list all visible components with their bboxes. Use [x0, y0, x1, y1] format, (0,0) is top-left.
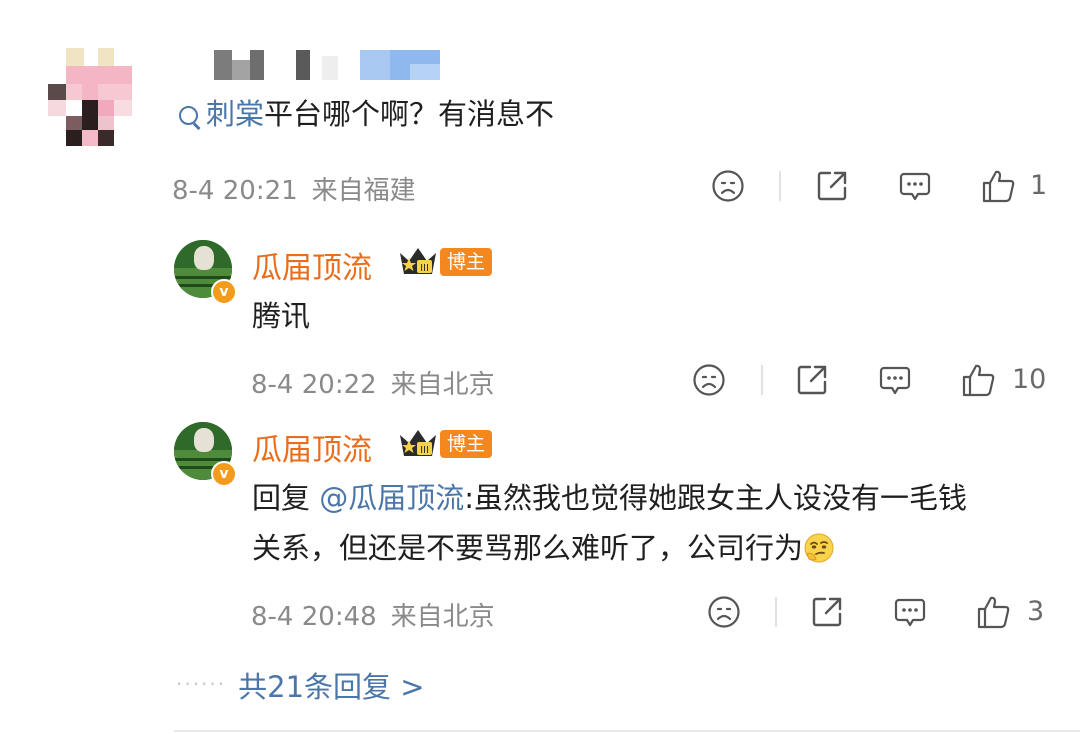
svg-text:III: III: [420, 445, 429, 456]
comment-icon: [879, 366, 911, 395]
comment-meta: 8-4 20:21 来自福建: [172, 170, 416, 207]
like-count: 10: [1012, 364, 1047, 395]
search-icon: [178, 105, 200, 127]
share-icon: [812, 597, 842, 627]
commenter-name-blurred[interactable]: [210, 50, 450, 84]
action-separator: [775, 597, 777, 627]
like-button[interactable]: [961, 362, 997, 398]
thumbs-up-icon: [962, 364, 995, 397]
like-count: 1: [1030, 170, 1048, 201]
comment-button[interactable]: [878, 364, 912, 398]
reply-line-1: 回复 @瓜届顶流:虽然我也觉得她跟女主人设没有一毛钱: [252, 481, 968, 515]
reply-date: 8-4 20:48: [251, 602, 377, 632]
topic-link[interactable]: 刺棠: [178, 97, 264, 131]
reply-text: 腾讯: [252, 299, 311, 333]
share-button[interactable]: [815, 169, 849, 203]
verified-v-icon: v: [211, 461, 237, 487]
comment-button[interactable]: [898, 170, 932, 204]
divider: [174, 730, 1080, 732]
commenter-avatar[interactable]: [48, 48, 134, 148]
comment-text: 刺棠平台哪个啊？有消息不: [178, 92, 554, 136]
thinking-emoji-icon: [804, 533, 834, 563]
reply-region: 来自北京: [390, 370, 495, 400]
share-icon: [797, 365, 827, 395]
comment-icon: [894, 598, 926, 627]
comment-date: 8-4 20:21: [172, 176, 298, 206]
action-separator: [779, 171, 781, 201]
sad-face-icon: [708, 596, 740, 628]
dislike-button[interactable]: [711, 169, 745, 203]
blogger-name[interactable]: 瓜届顶流: [252, 425, 372, 469]
blogger-badge: 博主: [440, 248, 493, 276]
view-more-replies-link[interactable]: ······ 共21条回复 >: [176, 664, 425, 706]
like-button[interactable]: [976, 594, 1012, 630]
comment-region: 来自福建: [311, 176, 416, 206]
comment-icon: [899, 172, 931, 201]
sad-face-icon: [693, 364, 725, 396]
reply-meta: 8-4 20:22 来自北京: [251, 364, 495, 401]
share-icon: [817, 171, 847, 201]
like-button[interactable]: [981, 168, 1017, 204]
share-button[interactable]: [810, 595, 844, 629]
crown-icon: III: [397, 426, 439, 464]
reply-meta: 8-4 20:48 来自北京: [251, 596, 495, 633]
divider-dots: ······: [176, 672, 227, 696]
share-button[interactable]: [795, 363, 829, 397]
crown-icon: III: [397, 244, 439, 282]
reply-text: 回复 @瓜届顶流:虽然我也觉得她跟女主人设没有一毛钱 关系，但还是不要骂那么难听…: [252, 473, 1052, 573]
blogger-name[interactable]: 瓜届顶流: [252, 243, 372, 287]
reply-date: 8-4 20:22: [251, 370, 377, 400]
comment-button[interactable]: [893, 596, 927, 630]
thumbs-up-icon: [982, 170, 1015, 203]
like-count: 3: [1027, 596, 1045, 627]
reply-line-2: 关系，但还是不要骂那么难听了，公司行为: [252, 523, 1052, 573]
dislike-button[interactable]: [707, 595, 741, 629]
svg-text:III: III: [420, 263, 429, 274]
reply-region: 来自北京: [390, 602, 495, 632]
action-separator: [761, 365, 763, 395]
dislike-button[interactable]: [692, 363, 726, 397]
blogger-badge: 博主: [440, 430, 493, 458]
sad-face-icon: [712, 170, 744, 202]
verified-v-icon: v: [211, 279, 237, 305]
thumbs-up-icon: [977, 596, 1010, 629]
mention-link[interactable]: @瓜届顶流: [319, 481, 464, 515]
